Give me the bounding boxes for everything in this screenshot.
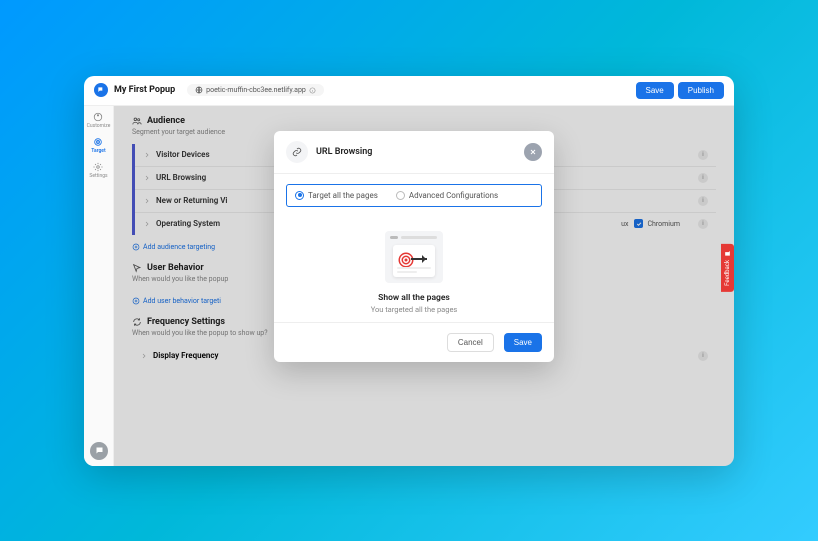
arrow-icon	[411, 258, 427, 260]
link-icon-wrap	[286, 141, 308, 163]
info-icon[interactable]: i	[698, 196, 708, 206]
modal-illus-sub: You targeted all the pages	[371, 305, 458, 314]
page-title: My First Popup	[114, 85, 175, 95]
palette-icon	[93, 112, 103, 122]
save-button[interactable]: Save	[636, 82, 674, 99]
refresh-icon	[132, 317, 142, 327]
close-icon	[529, 148, 537, 156]
modal-close-button[interactable]	[524, 143, 542, 161]
link-icon	[292, 147, 302, 157]
frequency-title: Frequency Settings	[147, 317, 225, 327]
radio-target-all[interactable]: Target all the pages	[295, 191, 378, 200]
chevron-right-icon	[140, 352, 148, 360]
chat-icon	[95, 446, 104, 455]
radio-icon	[295, 191, 304, 200]
sidebar: Customize Target Settings	[84, 106, 114, 466]
info-icon[interactable]: i	[698, 173, 708, 183]
site-url-pill[interactable]: poetic-muffin-cbc3ee.netlify.app	[187, 84, 324, 96]
modal-header: URL Browsing	[274, 131, 554, 174]
behavior-title: User Behavior	[147, 263, 204, 273]
modal-footer: Cancel Save	[274, 322, 554, 362]
plus-circle-icon	[132, 297, 140, 305]
site-url-text: poetic-muffin-cbc3ee.netlify.app	[206, 86, 306, 94]
checkbox-chromium[interactable]	[634, 219, 643, 228]
modal-title: URL Browsing	[316, 147, 372, 157]
modal-illus-title: Show all the pages	[378, 293, 450, 303]
sidebar-item-customize[interactable]: Customize	[87, 112, 111, 129]
modal-cancel-button[interactable]: Cancel	[447, 333, 494, 352]
top-bar: My First Popup poetic-muffin-cbc3ee.netl…	[84, 76, 734, 106]
plus-circle-icon	[132, 243, 140, 251]
info-icon[interactable]: i	[698, 150, 708, 160]
cursor-icon	[132, 263, 142, 273]
audience-title: Audience	[147, 116, 185, 126]
chevron-right-icon	[143, 174, 151, 182]
info-icon[interactable]: i	[698, 219, 708, 229]
target-icon	[93, 137, 103, 147]
help-chat-button[interactable]	[90, 442, 108, 460]
info-icon	[309, 87, 316, 94]
globe-icon	[195, 86, 203, 94]
app-window: My First Popup poetic-muffin-cbc3ee.netl…	[84, 76, 734, 466]
sidebar-item-settings[interactable]: Settings	[89, 162, 107, 179]
info-icon[interactable]: i	[698, 351, 708, 361]
chevron-right-icon	[143, 151, 151, 159]
chevron-right-icon	[143, 197, 151, 205]
modal-illustration: Show all the pages You targeted all the …	[274, 217, 554, 322]
radio-icon	[396, 191, 405, 200]
chevron-right-icon	[143, 220, 151, 228]
radio-advanced[interactable]: Advanced Configurations	[396, 191, 498, 200]
feedback-tab[interactable]: Feedback	[721, 244, 734, 292]
modal-save-button[interactable]: Save	[504, 333, 542, 352]
radio-group: Target all the pages Advanced Configurat…	[286, 184, 542, 207]
publish-button[interactable]: Publish	[678, 82, 724, 99]
users-icon	[132, 116, 142, 126]
sidebar-item-target[interactable]: Target	[91, 137, 105, 154]
modal-url-browsing: URL Browsing Target all the pages Advanc…	[274, 131, 554, 362]
chat-icon	[724, 250, 731, 257]
check-icon	[636, 221, 642, 227]
gear-icon	[93, 162, 103, 172]
section-audience-head: Audience	[132, 116, 716, 126]
app-logo	[94, 83, 108, 97]
